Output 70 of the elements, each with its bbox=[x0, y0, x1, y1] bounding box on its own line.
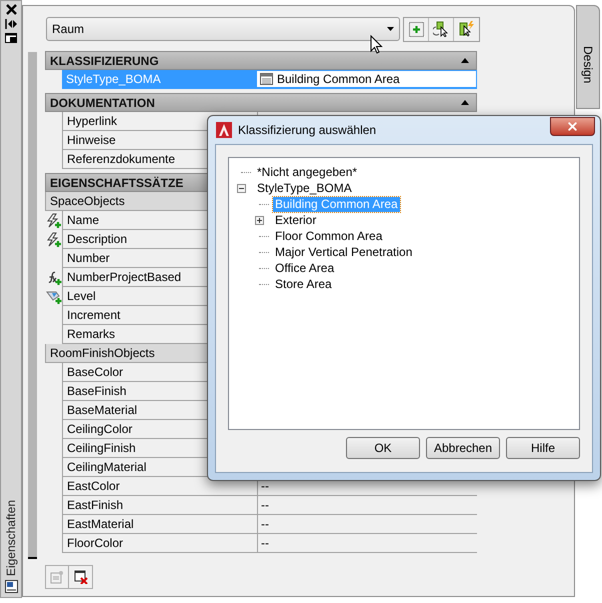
add-property-set-icon bbox=[50, 570, 64, 584]
tree-item[interactable]: Exterior bbox=[273, 212, 318, 228]
property-value: -- bbox=[261, 496, 269, 514]
property-label: BaseFinish bbox=[67, 383, 126, 400]
property-value: -- bbox=[261, 534, 269, 552]
property-label: Number bbox=[67, 250, 110, 267]
dotted-plus-icon bbox=[408, 22, 424, 36]
expand-icon[interactable] bbox=[255, 216, 264, 224]
tree-item[interactable]: Store Area bbox=[273, 276, 334, 292]
dialog-title: Klassifizierung auswählen bbox=[238, 122, 376, 139]
property-label: BaseColor bbox=[67, 364, 124, 381]
dialog-button[interactable]: Abbrechen bbox=[426, 437, 500, 459]
cursor-select-icon bbox=[433, 21, 449, 37]
properties-icon[interactable] bbox=[4, 580, 18, 593]
property-label: Increment bbox=[67, 307, 120, 324]
list-icon bbox=[260, 73, 273, 85]
property-label: CeilingMaterial bbox=[67, 459, 146, 476]
tree-item[interactable]: Major Vertical Penetration bbox=[273, 244, 414, 260]
side-tab[interactable]: Design bbox=[576, 5, 600, 109]
object-type-dropdown[interactable]: Raum bbox=[46, 17, 400, 41]
remove-property-set-icon bbox=[74, 570, 88, 584]
collapse-icon bbox=[461, 100, 469, 105]
dropdown-arrow-icon bbox=[387, 27, 394, 31]
property-row[interactable]: EastFinish -- bbox=[62, 496, 477, 515]
property-label: StyleType_BOMA bbox=[66, 71, 161, 88]
property-value: -- bbox=[261, 516, 269, 532]
collapse-icon[interactable] bbox=[237, 184, 246, 192]
properties-menu-icon[interactable] bbox=[5, 33, 17, 43]
palette-title: Eigenschaften bbox=[3, 500, 19, 576]
property-label: CeilingFinish bbox=[67, 440, 136, 457]
category-header[interactable]: KLASSIFIZIERUNG bbox=[45, 51, 477, 70]
lightning-plus-icon bbox=[46, 212, 62, 228]
tree-item[interactable]: Office Area bbox=[273, 260, 336, 276]
close-button[interactable] bbox=[550, 116, 595, 136]
mouse-cursor-icon bbox=[370, 35, 383, 54]
tree-item[interactable]: *Nicht angegeben* bbox=[255, 164, 360, 180]
property-label: FloorColor bbox=[67, 535, 124, 552]
property-label: BaseMaterial bbox=[67, 402, 138, 419]
dialog-button[interactable]: OK bbox=[346, 437, 420, 459]
property-label: Hyperlink bbox=[67, 113, 118, 130]
property-label: NumberProjectBased bbox=[67, 269, 182, 286]
close-icon bbox=[566, 120, 579, 132]
property-row[interactable]: FloorColor -- bbox=[62, 534, 477, 553]
property-label: EastColor bbox=[67, 478, 120, 495]
property-label: Referenzdokumente bbox=[67, 151, 176, 168]
tree-item[interactable]: StyleType_BOMA bbox=[255, 180, 354, 196]
property-label: Name bbox=[67, 212, 100, 229]
tree-item[interactable]: Floor Common Area bbox=[273, 228, 384, 244]
dialog-button[interactable]: Hilfe bbox=[506, 437, 580, 459]
collapse-icon bbox=[461, 58, 469, 63]
property-label: Hinweise bbox=[67, 132, 116, 149]
property-label: Level bbox=[67, 288, 96, 305]
app-logo-icon bbox=[216, 122, 232, 138]
property-label: EastFinish bbox=[67, 497, 124, 514]
lightning-plus-icon bbox=[46, 232, 62, 248]
level-plus-icon bbox=[46, 288, 62, 304]
property-label: Remarks bbox=[67, 326, 116, 343]
property-value: -- bbox=[261, 478, 269, 494]
property-label: Description bbox=[67, 231, 128, 248]
property-row[interactable]: StyleType_BOMA Building Common Area bbox=[62, 70, 477, 89]
property-value: Building Common Area bbox=[277, 70, 400, 88]
close-icon[interactable] bbox=[6, 4, 16, 15]
classification-tree[interactable]: *Nicht angegeben* StyleType_BOMA Building Common Area Exterior Floor Common Area Major Vertical Penetration Office Area Store Area bbox=[228, 157, 580, 430]
remove-property-set-button[interactable] bbox=[69, 565, 93, 589]
property-label: EastMaterial bbox=[67, 516, 134, 533]
property-row[interactable]: EastMaterial -- bbox=[62, 515, 477, 534]
auto-hide-icon[interactable] bbox=[5, 19, 17, 29]
property-label: CeilingColor bbox=[67, 421, 132, 438]
cursor-lightning-icon bbox=[458, 21, 474, 37]
category-header[interactable]: DOKUMENTATION bbox=[45, 93, 477, 112]
